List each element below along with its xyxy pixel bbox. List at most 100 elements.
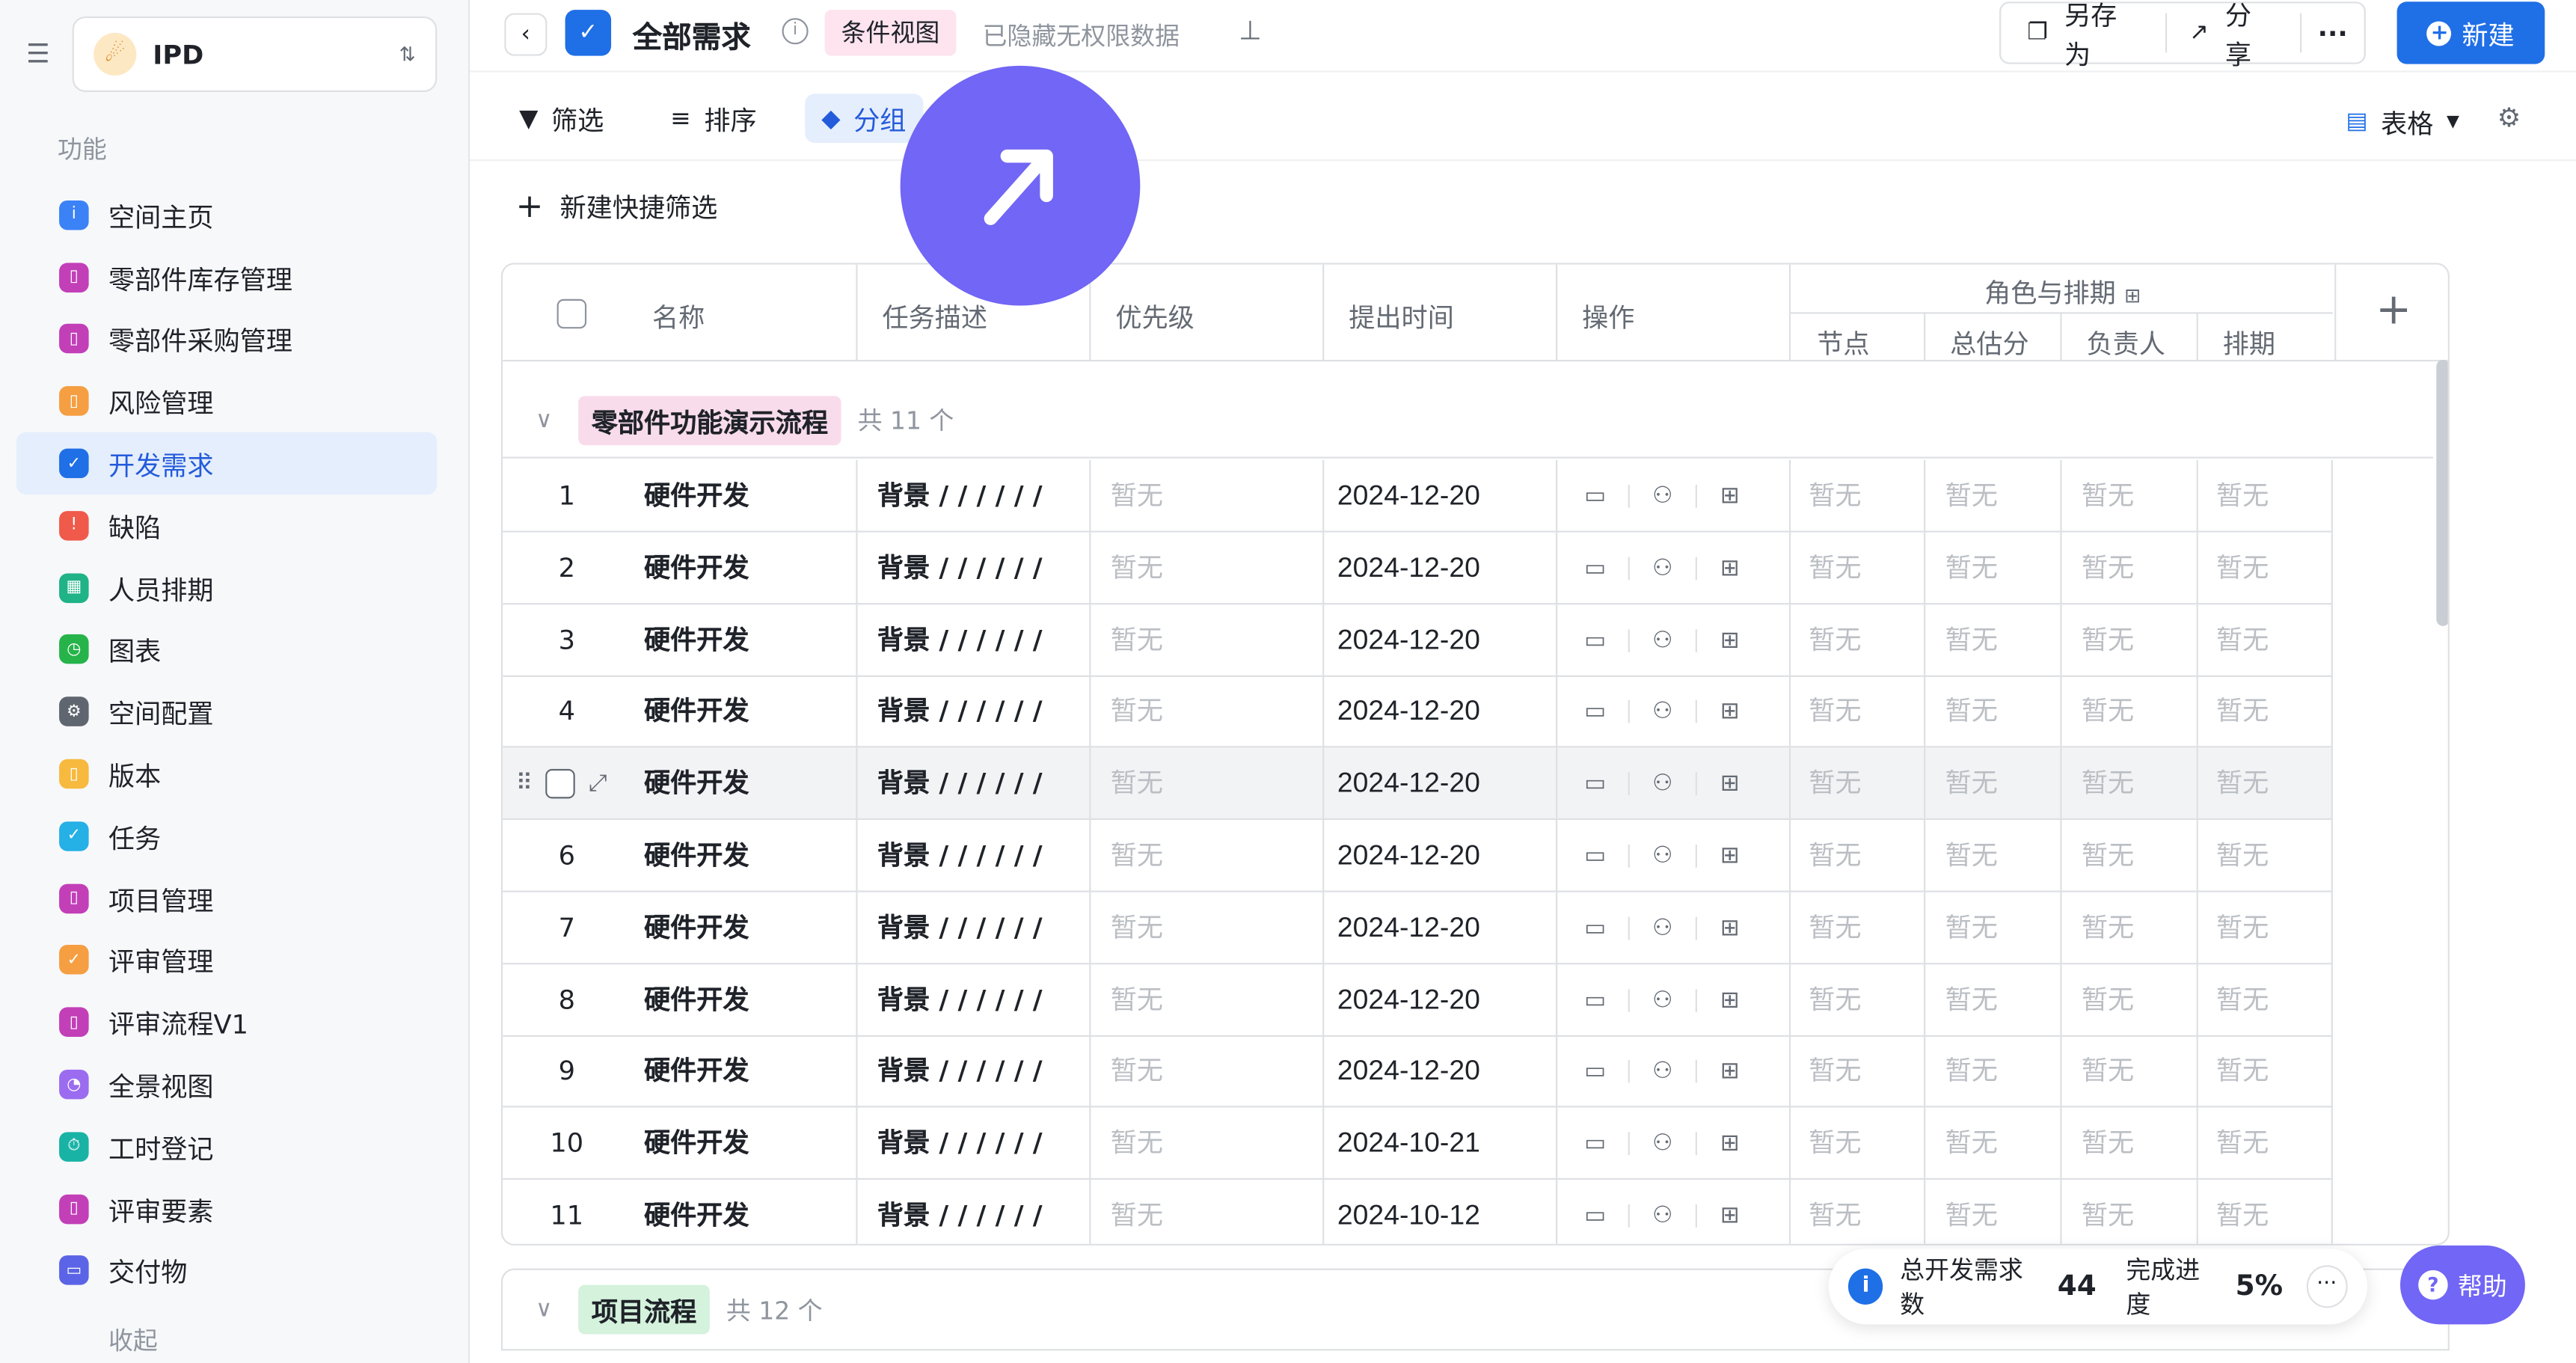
row-description[interactable]: 背景 / / / / / /	[877, 532, 1043, 604]
row-node[interactable]: 暂无	[1809, 676, 1861, 749]
sort-button[interactable]: ≡ 排序	[670, 94, 757, 143]
row-schedule[interactable]: 暂无	[2216, 460, 2269, 533]
col-name[interactable]: 名称	[652, 295, 705, 335]
sidebar-item[interactable]: ⚙ 空间配置	[16, 681, 437, 743]
row-schedule[interactable]: 暂无	[2216, 1180, 2269, 1244]
users-icon[interactable]: ⚇	[1646, 1056, 1679, 1088]
col-date[interactable]: 提出时间	[1349, 295, 1454, 335]
new-button[interactable]: + 新建	[2396, 1, 2545, 64]
row-description[interactable]: 背景 / / / / / /	[877, 964, 1043, 1036]
add-subtask-icon[interactable]: ⊞	[1714, 624, 1747, 657]
chevron-down-icon[interactable]: ∨	[536, 407, 562, 433]
row-name[interactable]: 硬件开发	[644, 532, 749, 604]
col-estimate[interactable]: 总估分	[1950, 322, 2028, 362]
vertical-scrollbar[interactable]	[2433, 360, 2448, 1244]
row-schedule[interactable]: 暂无	[2216, 676, 2269, 749]
row-owner[interactable]: 暂无	[2082, 1036, 2134, 1109]
row-checkbox[interactable]	[545, 769, 576, 799]
row-estimate[interactable]: 暂无	[1945, 676, 1998, 749]
sidebar-item[interactable]: ▯ 项目管理	[16, 867, 437, 929]
add-column-button[interactable]: +	[2334, 264, 2448, 362]
add-subtask-icon[interactable]: ⊞	[1714, 839, 1747, 872]
comment-icon[interactable]: ▭	[1579, 912, 1612, 945]
add-subtask-icon[interactable]: ⊞	[1714, 984, 1747, 1017]
group-header[interactable]: ∨ 零部件功能演示流程 共 11 个	[503, 383, 2433, 459]
row-name[interactable]: 硬件开发	[644, 892, 749, 964]
select-all-checkbox[interactable]	[556, 298, 587, 329]
row-owner[interactable]: 暂无	[2082, 460, 2134, 533]
row-priority[interactable]: 暂无	[1111, 820, 1163, 892]
row-date[interactable]: 2024-12-20	[1337, 820, 1480, 892]
row-node[interactable]: 暂无	[1809, 604, 1861, 676]
comment-icon[interactable]: ▭	[1579, 480, 1612, 512]
row-node[interactable]: 暂无	[1809, 892, 1861, 964]
row-date[interactable]: 2024-10-12	[1337, 1180, 1480, 1244]
add-subtask-icon[interactable]: ⊞	[1714, 696, 1747, 729]
row-priority[interactable]: 暂无	[1111, 964, 1163, 1036]
sidebar-item[interactable]: ✓ 任务	[16, 805, 437, 867]
row-schedule[interactable]: 暂无	[2216, 532, 2269, 604]
row-priority[interactable]: 暂无	[1111, 892, 1163, 964]
users-icon[interactable]: ⚇	[1646, 480, 1679, 512]
row-date[interactable]: 2024-12-20	[1337, 964, 1480, 1036]
users-icon[interactable]: ⚇	[1646, 1199, 1679, 1232]
more-button[interactable]: ···	[2301, 3, 2364, 62]
view-type-tag[interactable]: 条件视图	[824, 10, 957, 56]
row-estimate[interactable]: 暂无	[1945, 532, 1998, 604]
users-icon[interactable]: ⚇	[1646, 768, 1679, 800]
add-subtask-icon[interactable]: ⊞	[1714, 480, 1747, 512]
row-owner[interactable]: 暂无	[2082, 892, 2134, 964]
sidebar-item[interactable]: ▯ 评审要素	[16, 1177, 437, 1240]
row-owner[interactable]: 暂无	[2082, 748, 2134, 821]
row-owner[interactable]: 暂无	[2082, 820, 2134, 892]
row-description[interactable]: 背景 / / / / / /	[877, 676, 1043, 749]
row-description[interactable]: 背景 / / / / / /	[877, 892, 1043, 964]
row-date[interactable]: 2024-10-21	[1337, 1108, 1480, 1180]
row-owner[interactable]: 暂无	[2082, 532, 2134, 604]
row-node[interactable]: 暂无	[1809, 1108, 1861, 1180]
users-icon[interactable]: ⚇	[1646, 912, 1679, 945]
row-estimate[interactable]: 暂无	[1945, 892, 1998, 964]
row-node[interactable]: 暂无	[1809, 964, 1861, 1036]
row-owner[interactable]: 暂无	[2082, 964, 2134, 1036]
table-row[interactable]: 1 硬件开发 背景 / / / / / / 暂无 2024-12-20 ▭ ⚇ ⊞ 暂无 暂无 暂无…	[503, 460, 2333, 533]
sidebar-item[interactable]: ▦ 人员排期	[16, 557, 437, 619]
add-subtask-icon[interactable]: ⊞	[1714, 1127, 1747, 1160]
col-node[interactable]: 节点	[1817, 322, 1869, 362]
info-icon[interactable]: i	[782, 18, 809, 45]
add-subtask-icon[interactable]: ⊞	[1714, 552, 1747, 585]
back-button[interactable]: ‹	[504, 13, 548, 56]
comment-icon[interactable]: ▭	[1579, 696, 1612, 729]
collapse-label[interactable]: 收起	[108, 1323, 158, 1357]
row-schedule[interactable]: 暂无	[2216, 964, 2269, 1036]
row-date[interactable]: 2024-12-20	[1337, 460, 1480, 533]
row-estimate[interactable]: 暂无	[1945, 1036, 1998, 1109]
comment-icon[interactable]: ▭	[1579, 552, 1612, 585]
row-estimate[interactable]: 暂无	[1945, 964, 1998, 1036]
row-estimate[interactable]: 暂无	[1945, 1108, 1998, 1180]
row-node[interactable]: 暂无	[1809, 532, 1861, 604]
row-name[interactable]: 硬件开发	[644, 676, 749, 749]
row-date[interactable]: 2024-12-20	[1337, 892, 1480, 964]
table-row[interactable]: 8 硬件开发 背景 / / / / / / 暂无 2024-12-20 ▭ ⚇ ⊞ 暂无 暂无 暂无…	[503, 964, 2333, 1037]
row-priority[interactable]: 暂无	[1111, 1036, 1163, 1109]
row-node[interactable]: 暂无	[1809, 1180, 1861, 1244]
sidebar-item[interactable]: ▯ 评审流程V1	[16, 991, 437, 1053]
row-name[interactable]: 硬件开发	[644, 964, 749, 1036]
sidebar-item[interactable]: ▯ 零部件采购管理	[16, 308, 437, 370]
table-row[interactable]: 9 硬件开发 背景 / / / / / / 暂无 2024-12-20 ▭ ⚇ ⊞ 暂无 暂无 暂无…	[503, 1035, 2333, 1109]
row-description[interactable]: 背景 / / / / / /	[877, 1036, 1043, 1109]
comment-icon[interactable]: ▭	[1579, 839, 1612, 872]
table-row[interactable]: 4 硬件开发 背景 / / / / / / 暂无 2024-12-20 ▭ ⚇ ⊞ 暂无 暂无 暂无…	[503, 676, 2333, 749]
comment-icon[interactable]: ▭	[1579, 984, 1612, 1017]
sidebar-item[interactable]: ▯ 零部件库存管理	[16, 246, 437, 308]
help-button[interactable]: ? 帮助	[2399, 1245, 2525, 1325]
row-schedule[interactable]: 暂无	[2216, 892, 2269, 964]
table-row[interactable]: ⠿ ⤢ 硬件开发 背景 / / / / / / 暂无 2024-12-20 ▭ ⚇ ⊞ 暂无 暂无暂…	[503, 747, 2333, 821]
comment-icon[interactable]: ▭	[1579, 1127, 1612, 1160]
new-quick-filter-button[interactable]: + 新建快捷筛选	[516, 186, 718, 225]
row-date[interactable]: 2024-12-20	[1337, 532, 1480, 604]
row-priority[interactable]: 暂无	[1111, 676, 1163, 749]
row-estimate[interactable]: 暂无	[1945, 460, 1998, 533]
drag-handle-icon[interactable]: ⠿	[516, 771, 533, 797]
